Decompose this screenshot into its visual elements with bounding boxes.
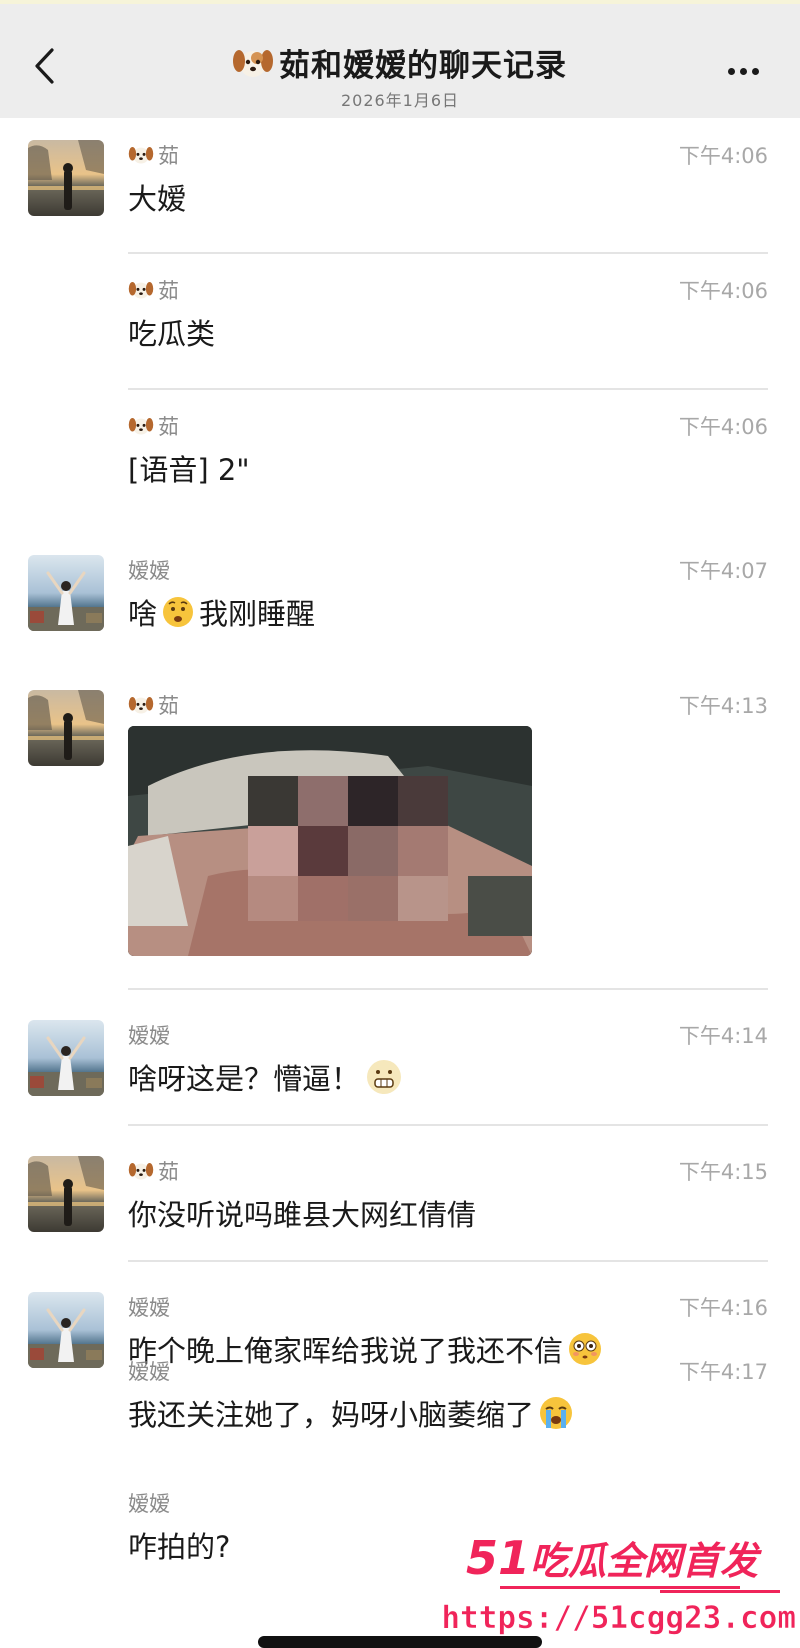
sender-label: 嫒嫒 — [128, 559, 170, 583]
avatar-ru[interactable] — [28, 690, 104, 766]
watermark-brand-text: 吃瓜全网首发 — [529, 1539, 758, 1583]
nav-header: 茹和嫒嫒的聊天记录 2026年1月6日 — [0, 4, 800, 118]
home-indicator — [258, 1636, 542, 1648]
message-text[interactable]: 吃瓜类 — [128, 311, 215, 353]
message-item: 嫒嫒 下午4:07 啥 我刚睡醒 — [0, 555, 800, 655]
message-item: 嫒嫒 下午4:17 我还关注她了，妈呀小脑萎缩了 — [0, 1356, 800, 1446]
message-text[interactable]: 啥 我刚睡醒 — [128, 591, 315, 633]
message-item: 茹 下午4:13 — [0, 690, 800, 960]
message-text-part: 我刚睡醒 — [199, 597, 316, 631]
message-time: 下午4:07 — [678, 559, 768, 583]
message-item: 嫒嫒 下午4:14 啥呀这是？懵逼！ — [0, 1020, 800, 1120]
dot-icon — [751, 67, 759, 75]
message-text[interactable]: 我还关注她了，妈呀小脑萎缩了 — [128, 1392, 574, 1434]
message-time: 下午4:17 — [678, 1360, 768, 1384]
dot-icon — [739, 67, 747, 75]
sender-label: 嫒嫒 — [128, 1360, 170, 1384]
header-title-block: 茹和嫒嫒的聊天记录 2026年1月6日 — [150, 40, 650, 111]
chevron-left-icon — [35, 48, 54, 84]
message-time: 下午4:14 — [678, 1024, 768, 1048]
crying-face-emoji-icon — [540, 1397, 573, 1429]
sender-name: 茹 — [128, 1156, 179, 1186]
sender-name: 嫒嫒 — [128, 555, 170, 585]
avatar-yuan[interactable] — [28, 1020, 104, 1096]
dog-emoji-icon — [233, 49, 273, 77]
sender-name: 嫒嫒 — [128, 1020, 170, 1050]
message-text[interactable]: 大嫒 — [128, 176, 186, 218]
message-item: 茹 下午4:06 吃瓜类 — [0, 275, 800, 365]
sender-label: 茹 — [158, 1160, 179, 1184]
sender-name: 嫒嫒 — [128, 1488, 170, 1518]
message-text[interactable]: 咋拍的? — [128, 1524, 230, 1566]
message-text[interactable]: 你没听说吗雎县大网红倩倩 — [128, 1192, 476, 1234]
avatar-yuan[interactable] — [28, 555, 104, 631]
watermark-underline — [500, 1586, 740, 1589]
message-text[interactable]: 啥呀这是？懵逼！ — [128, 1056, 404, 1098]
avatar-ru[interactable] — [28, 1156, 104, 1232]
message-text-part: 我还关注她了，妈呀小脑萎缩了 — [128, 1398, 535, 1432]
sender-label: 嫒嫒 — [128, 1492, 170, 1516]
sender-name: 嫒嫒 — [128, 1292, 170, 1322]
sender-name: 茹 — [128, 690, 179, 720]
divider — [128, 988, 768, 990]
sender-label: 茹 — [158, 415, 179, 439]
divider — [128, 388, 768, 390]
grimacing-face-emoji-icon — [367, 1060, 402, 1094]
message-time: 下午4:06 — [678, 415, 768, 439]
message-time: 下午4:15 — [678, 1160, 768, 1184]
header-date: 2026年1月6日 — [340, 91, 460, 110]
dot-icon — [727, 67, 735, 75]
dog-emoji-icon — [128, 418, 154, 435]
message-item: 茹 下午4:06 [语音] 2" — [0, 411, 800, 501]
sender-label: 茹 — [158, 279, 179, 303]
page-title: 茹和嫒嫒的聊天记录 — [279, 48, 567, 84]
message-text-part: 啥呀这是？懵逼！ — [128, 1062, 361, 1096]
sender-name: 茹 — [128, 140, 179, 170]
watermark: 51吃瓜全网首发 https://51cgg23.com — [441, 1530, 800, 1648]
divider — [128, 252, 768, 254]
watermark-url[interactable]: https://51cgg23.com — [441, 1600, 796, 1637]
photo-message[interactable] — [128, 726, 532, 956]
message-item: 茹 下午4:15 你没听说吗雎县大网红倩倩 — [0, 1156, 800, 1256]
dog-emoji-icon — [128, 697, 154, 714]
watermark-brand-number: 51 — [465, 1531, 530, 1585]
sender-label: 嫒嫒 — [128, 1024, 170, 1048]
sender-name: 茹 — [128, 275, 179, 305]
voice-message-text[interactable]: [语音] 2" — [128, 447, 250, 489]
message-time: 下午4:06 — [678, 144, 768, 168]
avatar-ru[interactable] — [28, 140, 104, 216]
message-time: 下午4:16 — [678, 1296, 768, 1320]
watermark-underline — [660, 1590, 780, 1593]
divider — [128, 1260, 768, 1262]
dog-emoji-icon — [128, 1163, 154, 1180]
sender-name: 嫒嫒 — [128, 1356, 170, 1386]
message-text-part: 啥 — [128, 597, 158, 631]
divider — [128, 1124, 768, 1126]
message-time: 下午4:13 — [678, 694, 768, 718]
sender-label: 茹 — [158, 144, 179, 168]
sender-label: 茹 — [158, 694, 179, 718]
back-button[interactable] — [22, 44, 66, 88]
dog-emoji-icon — [128, 147, 154, 164]
message-time: 下午4:06 — [678, 279, 768, 303]
sender-name: 茹 — [128, 411, 179, 441]
worried-face-emoji-icon — [163, 597, 194, 627]
message-item: 茹 下午4:06 大嫒 — [0, 140, 800, 250]
blurred-bedroom-photo-icon — [128, 726, 532, 956]
more-options-button[interactable] — [718, 56, 768, 86]
watermark-brand: 51吃瓜全网首发 — [466, 1530, 758, 1585]
sender-label: 嫒嫒 — [128, 1296, 170, 1320]
dog-emoji-icon — [128, 282, 154, 299]
